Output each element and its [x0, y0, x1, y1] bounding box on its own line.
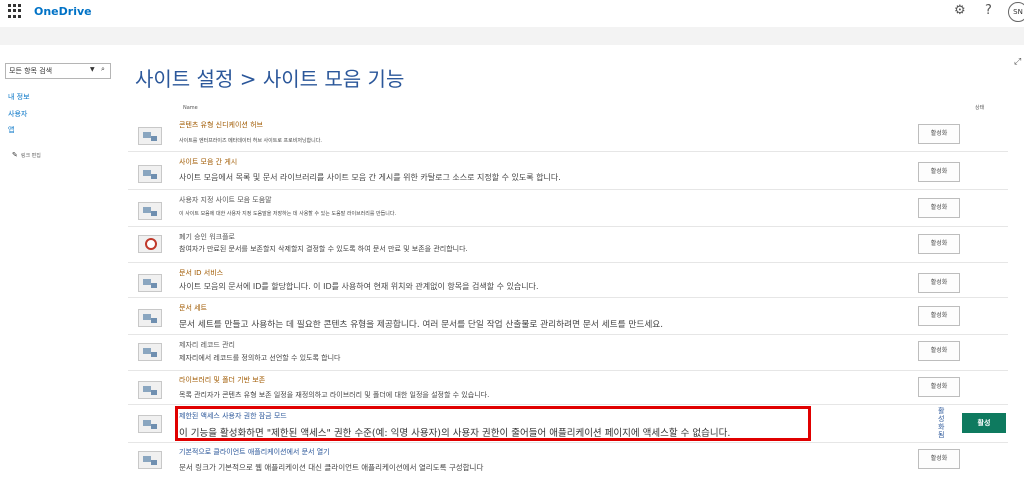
feature-title: 폐기 승인 워크플로	[179, 233, 235, 241]
page-title: 사이트 설정 > 사이트 모음 기능	[135, 67, 405, 91]
edit-links[interactable]: ✎ 링크 편집	[12, 151, 41, 159]
nav-item-my-info[interactable]: 내 정보	[8, 92, 30, 102]
chevron-down-icon[interactable]: ▼	[90, 66, 95, 73]
feature-icon	[138, 127, 162, 145]
gear-icon[interactable]: ⚙	[954, 3, 966, 18]
feature-description: 사이트를 엔터프라이즈 메타데이터 허브 사이트로 프로비저닝합니다.	[179, 138, 322, 144]
feature-icon	[138, 202, 162, 220]
help-icon[interactable]: ?	[985, 3, 992, 18]
activate-button[interactable]: 활성화	[918, 306, 960, 326]
edit-links-label: 링크 편집	[20, 153, 41, 159]
feature-row: 기본적으로 클라이언트 애플리케이션에서 문서 열기 문서 링크가 기본적으로 …	[128, 443, 1008, 481]
feature-description: 참여자가 만료된 문서를 보존할지 삭제할지 결정할 수 있도록 하여 문서 만…	[179, 245, 468, 253]
column-header-status: 상태	[975, 105, 985, 111]
search-input[interactable]: 모든 항목 검색	[9, 66, 52, 76]
workflow-icon	[138, 235, 162, 253]
feature-icon	[138, 451, 162, 469]
feature-row: 사용자 지정 사이트 모음 도움말 이 사이트 모음에 대한 사용자 지정 도움…	[128, 190, 1008, 227]
feature-row: 라이브러리 및 폴더 기반 보존 목록 관리자가 콘텐츠 유형 보존 일정을 재…	[128, 371, 1008, 405]
feature-description: 사이트 모음에서 목록 및 문서 라이브러리를 사이트 모음 간 게시를 위한 …	[179, 173, 561, 182]
activate-button[interactable]: 활성화	[918, 341, 960, 361]
feature-title: 사용자 지정 사이트 모음 도움말	[179, 196, 272, 204]
pencil-icon: ✎	[12, 151, 18, 159]
nav-item-apps[interactable]: 앱	[8, 125, 14, 135]
feature-icon	[138, 415, 162, 433]
app-name[interactable]: OneDrive	[34, 5, 92, 18]
activate-button[interactable]: 활성화	[918, 273, 960, 293]
feature-title: 라이브러리 및 폴더 기반 보존	[179, 376, 266, 384]
feature-row: 폐기 승인 워크플로 참여자가 만료된 문서를 보존할지 삭제할지 결정할 수 …	[128, 227, 1008, 263]
activate-button[interactable]: 활성화	[918, 162, 960, 182]
feature-row: 문서 세트 문서 세트를 만들고 사용하는 데 필요한 콘텐츠 유형을 제공합니…	[128, 298, 1008, 335]
feature-icon	[138, 165, 162, 183]
feature-title: 제자리 레코드 관리	[179, 341, 235, 349]
search-icon[interactable]: ⌕	[101, 65, 105, 74]
feature-row: 문서 ID 서비스 사이트 모음의 문서에 ID를 할당합니다. 이 ID를 사…	[128, 263, 1008, 298]
nav-item-users[interactable]: 사용자	[8, 109, 27, 119]
feature-row: 사이트 모음 간 게시 사이트 모음에서 목록 및 문서 라이브러리를 사이트 …	[128, 152, 1008, 190]
highlight-box	[175, 406, 811, 441]
active-button[interactable]: 활성	[962, 413, 1006, 433]
feature-icon	[138, 343, 162, 361]
feature-title: 사이트 모음 간 게시	[179, 158, 238, 166]
suite-bar: OneDrive ⚙ ? SN	[0, 0, 1024, 24]
feature-title: 콘텐츠 유형 신디케이션 허브	[179, 121, 263, 129]
activate-button[interactable]: 활성화	[918, 124, 960, 144]
left-navigation: 모든 항목 검색 ▼ ⌕ 내 정보 사용자 앱 ✎ 링크 편집	[0, 45, 120, 485]
activate-button[interactable]: 활성화	[918, 198, 960, 218]
feature-description: 사이트 모음의 문서에 ID를 할당합니다. 이 ID를 사용하여 현재 위치와…	[179, 282, 539, 291]
feature-row: 제자리 레코드 관리 제자리에서 레코드를 정의하고 선언할 수 있도록 합니다…	[128, 335, 1008, 371]
activate-button[interactable]: 활성화	[918, 449, 960, 469]
activate-button[interactable]: 활성화	[918, 377, 960, 397]
column-header-name: Name	[183, 105, 198, 111]
feature-title: 문서 ID 서비스	[179, 269, 224, 277]
status-activated-label: 활성화됨	[938, 407, 945, 439]
search-box[interactable]: 모든 항목 검색 ▼ ⌕	[5, 63, 111, 79]
feature-description: 문서 링크가 기본적으로 웹 애플리케이션 대신 클라이언트 애플리케이션에서 …	[179, 463, 484, 472]
feature-description: 이 사이트 모음에 대한 사용자 지정 도움말을 저장하는 데 사용할 수 있는…	[179, 211, 397, 217]
feature-icon	[138, 274, 162, 292]
avatar[interactable]: SN	[1008, 2, 1024, 22]
feature-icon	[138, 309, 162, 327]
focus-icon[interactable]: ⤢	[1014, 57, 1021, 67]
activate-button[interactable]: 활성화	[918, 234, 960, 254]
feature-title: 문서 세트	[179, 304, 207, 312]
feature-row: 콘텐츠 유형 신디케이션 허브 사이트를 엔터프라이즈 메타데이터 허브 사이트…	[128, 115, 1008, 152]
command-bar: ⤢	[0, 27, 1024, 67]
feature-icon	[138, 381, 162, 399]
feature-title: 기본적으로 클라이언트 애플리케이션에서 문서 열기	[179, 448, 330, 456]
feature-description: 문서 세트를 만들고 사용하는 데 필요한 콘텐츠 유형을 제공합니다. 여러 …	[179, 320, 664, 330]
feature-description: 목록 관리자가 콘텐츠 유형 보존 일정을 재정의하고 라이브러리 및 폴더에 …	[179, 391, 490, 399]
feature-description: 제자리에서 레코드를 정의하고 선언할 수 있도록 합니다	[179, 354, 341, 362]
waffle-icon[interactable]	[8, 4, 22, 18]
